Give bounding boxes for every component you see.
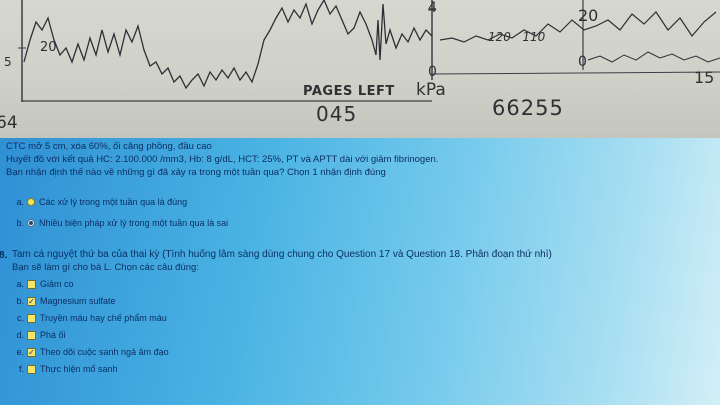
option-label: Giảm co: [40, 279, 74, 289]
option-letter: a.: [16, 279, 24, 289]
right-label-0: 0: [578, 54, 587, 70]
ctg-trace-paper: [18, 0, 720, 102]
q18-option-b[interactable]: b. ✓ Magnesium sulfate: [10, 296, 116, 306]
case-line-1: CTC mở 5 cm, xóa 60%, ối căng phồng, đầu…: [6, 141, 212, 152]
quiz-page[interactable]: CTC mở 5 cm, xóa 60%, ối căng phồng, đầu…: [0, 138, 720, 405]
checkbox[interactable]: [27, 330, 36, 340]
q18-option-f[interactable]: f. Thực hiện mổ sanh: [10, 364, 118, 374]
fhr-trace: [23, 0, 433, 90]
option-letter: e.: [16, 347, 24, 357]
question18-prompt: Bạn sẽ làm gì cho bà L. Chọn các câu đún…: [12, 262, 199, 273]
option-letter: b.: [16, 218, 24, 228]
option-letter: b.: [16, 296, 24, 306]
pages-left-value: 045: [316, 102, 358, 126]
q17-option-a[interactable]: a. Các xử lý trong một tuần qua là đúng: [10, 197, 187, 207]
q17-option-b[interactable]: b. Nhiều biện pháp xử lý trong một tuần …: [10, 218, 228, 228]
q18-option-e[interactable]: e. ✓ Theo dõi cuộc sanh ngả âm đạo: [10, 347, 169, 357]
option-letter: f.: [18, 364, 24, 374]
unit-label: kPa: [416, 80, 446, 100]
q18-option-a[interactable]: a. Giảm co: [10, 279, 74, 289]
case-line-2: Huyết đồ với kết quả HC: 2.100.000 /mm3,…: [6, 154, 439, 165]
readout-badges: 120 110: [488, 30, 546, 44]
option-label: Nhiều biện pháp xử lý trong một tuần qua…: [39, 218, 229, 228]
option-letter: c.: [16, 313, 24, 323]
option-label: Magnesium sulfate: [40, 296, 116, 306]
ctg-monitor-photo: 20 5 4 0 20 0 15 64 120 110 PAGES LEFT 0…: [0, 0, 720, 138]
question18-number: 8.: [0, 250, 8, 261]
left-corner-label: 64: [0, 113, 18, 133]
option-letter: d.: [16, 330, 24, 340]
q18-option-d[interactable]: d. Phá ối: [10, 330, 66, 340]
option-label: Thực hiện mổ sanh: [40, 364, 118, 374]
right-label-20: 20: [578, 6, 599, 25]
checkbox-checked[interactable]: ✓: [27, 347, 36, 357]
right-label-15: 15: [694, 68, 715, 87]
checkbox[interactable]: [27, 364, 36, 374]
radio-button-selected[interactable]: [27, 219, 35, 227]
question17-prompt: Bạn nhận định thế nào về những gì đã xảy…: [6, 167, 386, 178]
uc-label-0: 0: [428, 64, 437, 80]
option-letter: a.: [16, 197, 24, 207]
uc-label-4: 4: [428, 0, 437, 16]
q18-option-c[interactable]: c. Truyền máu hay chế phẩm máu: [10, 313, 167, 323]
question18-title: Tam cá nguyệt thứ ba của thai kỳ (Tình h…: [12, 249, 552, 260]
scale-label-20: 20: [40, 40, 57, 55]
checkbox[interactable]: [27, 313, 36, 323]
checkbox[interactable]: [27, 279, 36, 289]
pages-left-label: PAGES LEFT: [303, 84, 395, 99]
scale-label-5: 5: [4, 55, 12, 69]
option-label: Theo dõi cuộc sanh ngả âm đạo: [40, 347, 169, 357]
option-label: Phá ối: [40, 330, 66, 340]
option-label: Các xử lý trong một tuần qua là đúng: [39, 197, 188, 207]
counter-value: 66255: [492, 96, 564, 120]
option-label: Truyền máu hay chế phẩm máu: [40, 313, 167, 323]
checkbox-checked[interactable]: ✓: [27, 296, 36, 306]
radio-button[interactable]: [27, 198, 35, 206]
